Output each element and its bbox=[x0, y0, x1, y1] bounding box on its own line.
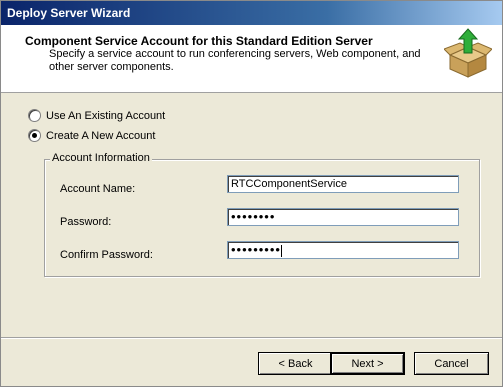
account-name-value: RTCComponentService bbox=[231, 178, 347, 190]
create-new-account-label: Create A New Account bbox=[46, 129, 156, 142]
next-button[interactable]: Next > bbox=[330, 352, 405, 375]
wizard-footer: < Back Next > Cancel bbox=[1, 337, 502, 387]
wizard-header: Component Service Account for this Stand… bbox=[1, 25, 502, 93]
create-new-account-option[interactable]: Create A New Account bbox=[28, 129, 155, 142]
box-with-green-arrow-icon bbox=[444, 28, 492, 78]
group-legend: Account Information bbox=[50, 152, 152, 164]
use-existing-account-radio[interactable] bbox=[28, 109, 41, 122]
header-subtitle: Specify a service account to run confere… bbox=[49, 48, 421, 73]
header-title: Component Service Account for this Stand… bbox=[25, 34, 373, 48]
account-name-label: Account Name: bbox=[60, 183, 136, 195]
confirm-password-value: ••••••••• bbox=[231, 242, 281, 257]
use-existing-account-option[interactable]: Use An Existing Account bbox=[28, 109, 165, 122]
text-caret bbox=[280, 245, 282, 258]
use-existing-account-label: Use An Existing Account bbox=[46, 109, 166, 122]
wizard-window: Deploy Server Wizard Component Service A… bbox=[0, 0, 503, 387]
title-bar[interactable]: Deploy Server Wizard bbox=[1, 1, 502, 25]
confirm-password-field[interactable]: ••••••••• bbox=[227, 241, 459, 259]
account-name-field[interactable]: RTCComponentService bbox=[227, 175, 459, 193]
create-new-account-radio[interactable] bbox=[28, 129, 41, 142]
back-button[interactable]: < Back bbox=[258, 352, 333, 375]
cancel-button[interactable]: Cancel bbox=[414, 352, 489, 375]
password-label: Password: bbox=[60, 216, 112, 228]
password-value: •••••••• bbox=[231, 209, 276, 224]
wizard-content: Use An Existing Account Create A New Acc… bbox=[1, 93, 502, 336]
password-field[interactable]: •••••••• bbox=[227, 208, 459, 226]
window-title: Deploy Server Wizard bbox=[7, 6, 131, 20]
confirm-password-label: Confirm Password: bbox=[60, 249, 153, 261]
account-information-group: Account Information Account Name: RTCCom… bbox=[44, 152, 480, 277]
